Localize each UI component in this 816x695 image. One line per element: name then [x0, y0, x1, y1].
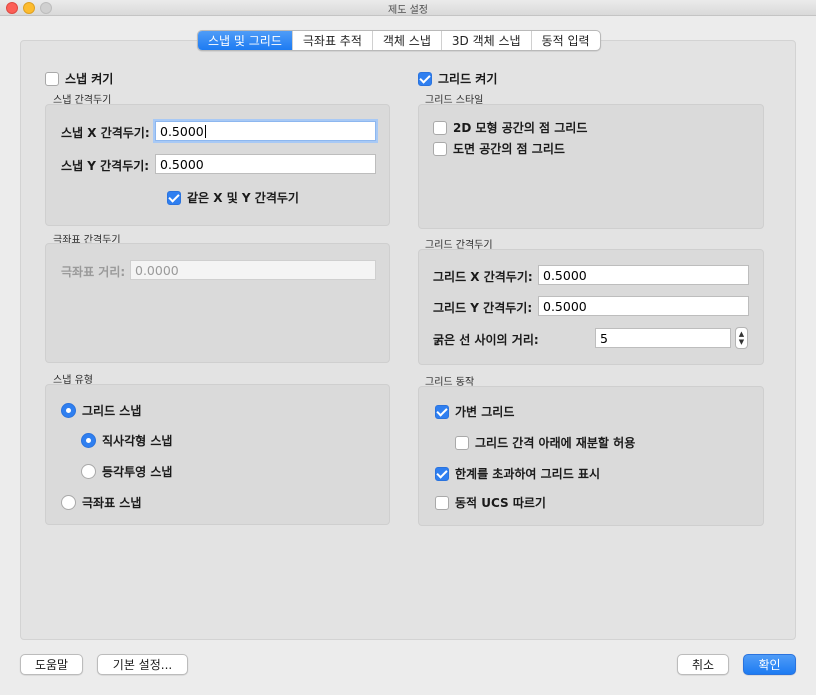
snap-y-input[interactable]: 0.5000 — [155, 154, 376, 174]
dot-model-checkbox[interactable] — [433, 120, 447, 135]
snap-on-label: 스냅 켜기 — [65, 72, 114, 86]
ok-button[interactable]: 확인 — [743, 654, 796, 675]
rectangular-snap-radio[interactable] — [81, 433, 96, 448]
stepper-up-icon[interactable]: ▲ — [739, 330, 744, 338]
grid-x-label-row: 그리드 X 간격두기: — [433, 268, 533, 285]
rectangular-snap-row[interactable]: 직사각형 스냅 — [81, 432, 172, 449]
polar-snap-radio[interactable] — [61, 495, 76, 510]
tab-snap-grid[interactable]: 스냅 및 그리드 — [198, 31, 292, 50]
grid-x-input[interactable]: 0.5000 — [538, 265, 749, 285]
dot-paper-label: 도면 공간의 점 그리드 — [453, 142, 565, 156]
grid-on-checkbox[interactable] — [418, 71, 432, 86]
equal-xy-checkbox[interactable] — [167, 190, 181, 205]
polar-snap-row[interactable]: 극좌표 스냅 — [61, 494, 141, 511]
tab-bar: 스냅 및 그리드 극좌표 추적 객체 스냅 3D 객체 스냅 동적 입력 — [197, 30, 601, 51]
snap-y-label: 스냅 Y 간격두기: — [61, 159, 150, 173]
snap-on-checkbox[interactable] — [45, 71, 59, 86]
polar-distance-label-row: 극좌표 거리: — [61, 263, 125, 280]
major-line-label: 굵은 선 사이의 거리: — [433, 333, 539, 347]
beyond-limits-row[interactable]: 한계를 초과하여 그리드 표시 — [435, 465, 600, 482]
major-line-input[interactable]: 5 — [595, 328, 731, 348]
stepper-down-icon[interactable]: ▼ — [739, 338, 744, 346]
dot-model-label: 2D 모형 공간의 점 그리드 — [453, 121, 588, 135]
major-line-label-row: 굵은 선 사이의 거리: — [433, 331, 539, 348]
polar-snap-label: 극좌표 스냅 — [82, 496, 142, 510]
grid-x-label: 그리드 X 간격두기: — [433, 270, 533, 284]
snap-y-label-row: 스냅 Y 간격두기: — [61, 157, 149, 174]
text-caret — [204, 125, 206, 138]
grid-y-input[interactable]: 0.5000 — [538, 296, 749, 316]
equal-xy-row[interactable]: 같은 X 및 Y 간격두기 — [167, 189, 299, 206]
subdivide-row[interactable]: 그리드 간격 아래에 재분할 허용 — [455, 434, 635, 451]
grid-y-label: 그리드 Y 간격두기: — [433, 301, 533, 315]
rectangular-snap-label: 직사각형 스냅 — [102, 434, 173, 448]
isometric-snap-label: 등각투영 스냅 — [102, 465, 173, 479]
title-bar: 제도 설정 — [0, 0, 816, 16]
grid-snap-row[interactable]: 그리드 스냅 — [61, 402, 141, 419]
major-line-stepper[interactable]: ▲ ▼ — [735, 327, 748, 349]
polar-distance-label: 극좌표 거리: — [61, 265, 126, 279]
snap-x-label: 스냅 X 간격두기: — [61, 126, 150, 140]
snap-x-value: 0.5000 — [160, 124, 204, 139]
cancel-button[interactable]: 취소 — [677, 654, 729, 675]
follow-ucs-row[interactable]: 동적 UCS 따르기 — [435, 494, 546, 511]
tab-object-snap[interactable]: 객체 스냅 — [371, 31, 441, 50]
subdivide-label: 그리드 간격 아래에 재분할 허용 — [475, 436, 636, 450]
snap-x-input[interactable]: 0.5000 — [155, 121, 376, 141]
adaptive-grid-checkbox[interactable] — [435, 404, 449, 419]
dot-paper-row[interactable]: 도면 공간의 점 그리드 — [433, 140, 565, 157]
isometric-snap-row[interactable]: 등각투영 스냅 — [81, 463, 172, 480]
grid-on-label: 그리드 켜기 — [438, 72, 498, 86]
dot-paper-checkbox[interactable] — [433, 141, 447, 156]
tab-3d-object-snap[interactable]: 3D 객체 스냅 — [440, 31, 531, 50]
grid-snap-radio[interactable] — [61, 403, 76, 418]
beyond-limits-checkbox[interactable] — [435, 466, 449, 481]
beyond-limits-label: 한계를 초과하여 그리드 표시 — [455, 467, 601, 481]
snap-on-row[interactable]: 스냅 켜기 — [45, 70, 113, 87]
subdivide-checkbox[interactable] — [455, 435, 469, 450]
grid-y-label-row: 그리드 Y 간격두기: — [433, 299, 532, 316]
follow-ucs-checkbox[interactable] — [435, 495, 449, 510]
polar-distance-input[interactable]: 0.0000 — [130, 260, 376, 280]
window-title: 제도 설정 — [388, 5, 428, 16]
adaptive-grid-row[interactable]: 가변 그리드 — [435, 403, 514, 420]
isometric-snap-radio[interactable] — [81, 464, 96, 479]
equal-xy-label: 같은 X 및 Y 간격두기 — [187, 191, 299, 205]
grid-snap-label: 그리드 스냅 — [82, 404, 142, 418]
snap-x-label-row: 스냅 X 간격두기: — [61, 124, 150, 141]
tab-polar-tracking[interactable]: 극좌표 추적 — [291, 31, 372, 50]
follow-ucs-label: 동적 UCS 따르기 — [455, 496, 546, 510]
tab-dynamic-input[interactable]: 동적 입력 — [530, 31, 600, 50]
adaptive-grid-label: 가변 그리드 — [455, 405, 515, 419]
defaults-button[interactable]: 기본 설정... — [97, 654, 188, 675]
grid-on-row[interactable]: 그리드 켜기 — [418, 70, 497, 87]
help-button[interactable]: 도움말 — [20, 654, 83, 675]
dot-model-row[interactable]: 2D 모형 공간의 점 그리드 — [433, 119, 587, 136]
